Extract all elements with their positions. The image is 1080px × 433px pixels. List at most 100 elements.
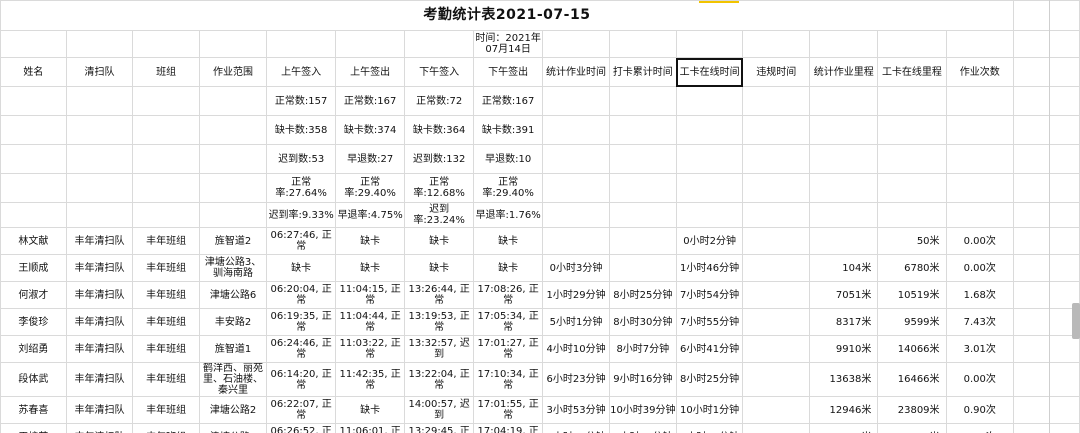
data-cell[interactable]: 段体武 xyxy=(0,362,67,397)
data-cell[interactable]: 7小时54分钟 xyxy=(675,281,744,309)
data-cell[interactable] xyxy=(742,227,811,255)
data-cell[interactable]: 10小时39分钟 xyxy=(608,396,677,424)
cell[interactable] xyxy=(198,144,268,174)
data-cell[interactable]: 6小时23分钟 xyxy=(542,362,610,397)
stat-cell[interactable]: 缺卡数:391 xyxy=(473,115,544,145)
data-cell[interactable]: 丰年清扫队 xyxy=(65,254,134,282)
cell[interactable] xyxy=(608,202,677,228)
cell[interactable] xyxy=(1012,86,1080,116)
data-cell[interactable]: 8小时30分钟 xyxy=(608,308,677,336)
cell[interactable] xyxy=(809,115,879,145)
data-cell[interactable]: 0小时2分钟 xyxy=(675,227,744,255)
data-cell[interactable]: 旌智道2 xyxy=(198,227,268,255)
data-cell[interactable]: 7小时55分钟 xyxy=(675,308,744,336)
cell[interactable] xyxy=(809,86,879,116)
stat-cell[interactable]: 正常率:12.68% xyxy=(404,173,475,203)
stat-cell[interactable]: 正常率:27.64% xyxy=(266,173,337,203)
data-cell[interactable]: 14:00:57, 迟到 xyxy=(404,396,475,424)
cell[interactable] xyxy=(675,173,744,203)
data-cell[interactable]: 10小时1分钟 xyxy=(675,396,744,424)
cell[interactable] xyxy=(877,86,947,116)
cell[interactable] xyxy=(1012,423,1080,433)
time-cell[interactable]: 时间：2021年07月14日 xyxy=(473,30,544,58)
stat-cell[interactable]: 缺卡数:364 xyxy=(404,115,475,145)
cell[interactable] xyxy=(608,30,677,58)
data-cell[interactable]: 06:24:46, 正常 xyxy=(266,335,337,363)
cell[interactable] xyxy=(198,173,268,203)
stat-cell[interactable]: 迟到数:132 xyxy=(404,144,475,174)
cell[interactable] xyxy=(877,202,947,228)
data-cell[interactable]: 津塘公路2 xyxy=(198,396,268,424)
cell[interactable] xyxy=(809,173,879,203)
data-cell[interactable]: 13:19:53, 正常 xyxy=(404,308,475,336)
data-cell[interactable]: 11:06:01, 正常 xyxy=(335,423,406,433)
data-cell[interactable]: 8317米 xyxy=(809,308,879,336)
data-cell[interactable]: 1.68次 xyxy=(945,281,1014,309)
cell[interactable] xyxy=(945,202,1014,228)
data-cell[interactable]: 0.00次 xyxy=(945,227,1014,255)
data-cell[interactable]: 丰年清扫队 xyxy=(65,281,134,309)
sheet-title[interactable]: 考勤统计表2021-07-15 xyxy=(0,0,1014,31)
data-cell[interactable] xyxy=(742,396,811,424)
data-cell[interactable]: 13:29:45, 正常 xyxy=(404,423,475,433)
cell[interactable] xyxy=(675,115,744,145)
data-cell[interactable]: 9599米 xyxy=(877,308,947,336)
cell[interactable] xyxy=(945,144,1014,174)
data-cell[interactable]: 13638米 xyxy=(809,362,879,397)
cell[interactable] xyxy=(742,115,811,145)
data-cell[interactable]: 1小时29分钟 xyxy=(542,281,610,309)
data-cell[interactable]: 06:22:07, 正常 xyxy=(266,396,337,424)
data-cell[interactable]: 13:26:44, 正常 xyxy=(404,281,475,309)
cell[interactable] xyxy=(0,144,67,174)
data-cell[interactable]: 7小时40分钟 xyxy=(675,423,744,433)
cell[interactable] xyxy=(877,30,947,58)
cell[interactable] xyxy=(132,115,200,145)
column-header[interactable]: 工卡在线时间 xyxy=(675,57,744,87)
data-cell[interactable]: 06:19:35, 正常 xyxy=(266,308,337,336)
data-cell[interactable]: 0.00次 xyxy=(945,254,1014,282)
column-header[interactable]: 作业次数 xyxy=(945,57,1014,87)
data-cell[interactable]: 丰年清扫队 xyxy=(65,227,134,255)
stat-cell[interactable]: 正常数:167 xyxy=(473,86,544,116)
data-cell[interactable]: 丰安路2 xyxy=(198,308,268,336)
cell[interactable] xyxy=(809,30,879,58)
data-cell[interactable]: 8小时13分钟 xyxy=(608,423,677,433)
cell[interactable] xyxy=(945,30,1014,58)
data-cell[interactable]: 17:01:27, 正常 xyxy=(473,335,544,363)
data-cell[interactable]: 17:04:19, 正常 xyxy=(473,423,544,433)
cell[interactable] xyxy=(65,86,134,116)
stat-cell[interactable]: 缺卡数:374 xyxy=(335,115,406,145)
cell[interactable] xyxy=(132,30,200,58)
data-cell[interactable]: 10519米 xyxy=(877,281,947,309)
column-header[interactable]: 清扫队 xyxy=(65,57,134,87)
data-cell[interactable]: 11:04:15, 正常 xyxy=(335,281,406,309)
cell[interactable] xyxy=(809,144,879,174)
data-cell[interactable]: 11:03:22, 正常 xyxy=(335,335,406,363)
cell[interactable] xyxy=(132,144,200,174)
cell[interactable] xyxy=(266,30,337,58)
data-cell[interactable]: 13:22:04, 正常 xyxy=(404,362,475,397)
cell[interactable] xyxy=(0,173,67,203)
cell[interactable] xyxy=(945,86,1014,116)
data-cell[interactable]: 王顺成 xyxy=(0,254,67,282)
data-cell[interactable]: 林文献 xyxy=(0,227,67,255)
cell[interactable] xyxy=(65,144,134,174)
cell[interactable] xyxy=(542,144,610,174)
data-cell[interactable] xyxy=(742,362,811,397)
cell[interactable] xyxy=(1012,335,1080,363)
column-header[interactable]: 下午签入 xyxy=(404,57,475,87)
data-cell[interactable]: 津塘公路6 xyxy=(198,281,268,309)
data-cell[interactable]: 缺卡 xyxy=(266,254,337,282)
data-cell[interactable]: 16466米 xyxy=(877,362,947,397)
data-cell[interactable]: 3小时53分钟 xyxy=(542,396,610,424)
data-cell[interactable]: 丰年班组 xyxy=(132,227,200,255)
cell[interactable] xyxy=(877,173,947,203)
data-cell[interactable]: 丰年班组 xyxy=(132,335,200,363)
cell[interactable] xyxy=(675,30,744,58)
cell[interactable] xyxy=(65,173,134,203)
data-cell[interactable]: 0.00次 xyxy=(945,362,1014,397)
data-cell[interactable] xyxy=(742,281,811,309)
data-cell[interactable]: 14066米 xyxy=(877,335,947,363)
data-cell[interactable]: 8小时25分钟 xyxy=(675,362,744,397)
column-header[interactable]: 统计作业时间 xyxy=(542,57,610,87)
